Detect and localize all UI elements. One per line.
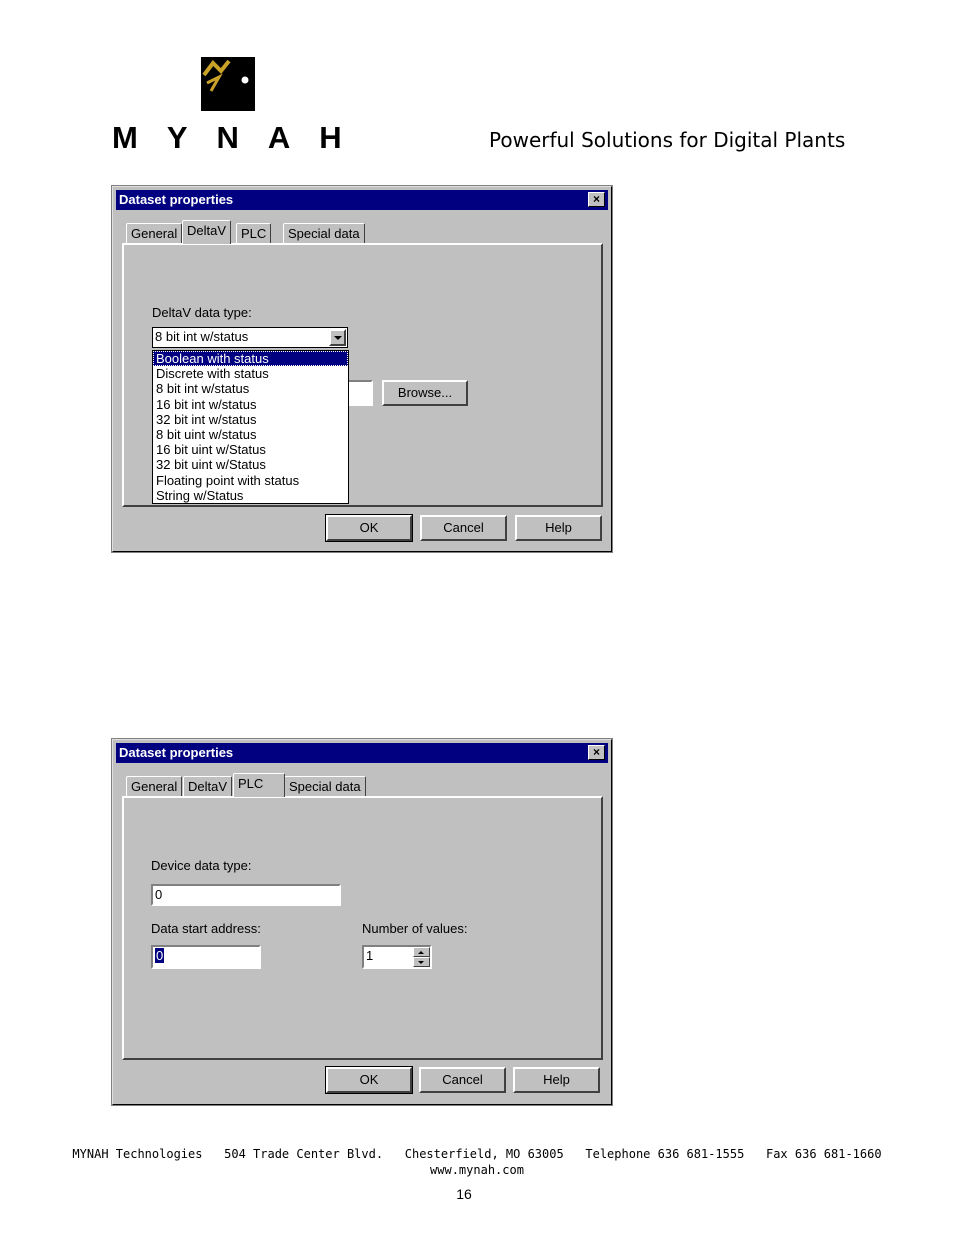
help-button[interactable]: Help — [513, 1067, 600, 1093]
tagline: Powerful Solutions for Digital Plants — [489, 128, 846, 152]
dialog-titlebar[interactable]: Dataset properties × — [116, 743, 608, 763]
dialog-title: Dataset properties — [119, 192, 234, 207]
logo-text: MYNAH — [112, 120, 371, 155]
footer-website: www.mynah.com — [430, 1163, 524, 1177]
deltav-data-type-combo[interactable]: 8 bit int w/status — [152, 327, 348, 348]
device-data-type-input[interactable]: 0 — [151, 884, 341, 906]
close-button[interactable]: × — [588, 745, 605, 760]
ok-button[interactable]: OK — [325, 1066, 413, 1094]
dropdown-option[interactable]: String w/Status — [153, 488, 348, 503]
close-button[interactable]: × — [588, 192, 605, 207]
close-icon: × — [592, 192, 600, 206]
mynah-bird-icon — [202, 59, 249, 92]
tab-plc[interactable]: PLC — [236, 223, 272, 243]
help-button[interactable]: Help — [515, 515, 602, 541]
close-icon: × — [592, 745, 600, 759]
data-start-address-label: Data start address: — [151, 921, 261, 936]
combo-value: 8 bit int w/status — [155, 329, 249, 344]
dropdown-option[interactable]: Floating point with status — [153, 473, 348, 488]
tab-plc[interactable]: PLC — [233, 773, 285, 797]
device-data-type-label: Device data type: — [151, 858, 252, 873]
dropdown-option[interactable]: Discrete with status — [153, 366, 348, 381]
footer-address: MYNAH Technologies 504 Trade Center Blvd… — [72, 1147, 882, 1161]
data-type-dropdown-list[interactable]: Boolean with status Discrete with status… — [152, 350, 349, 504]
ok-button[interactable]: OK — [325, 514, 413, 542]
chevron-up-icon[interactable] — [413, 947, 430, 957]
number-of-values-stepper[interactable]: 1 — [362, 945, 432, 969]
tab-special-data[interactable]: Special data — [284, 776, 366, 796]
data-start-address-input[interactable]: 0 — [151, 945, 261, 969]
spinner[interactable] — [413, 947, 430, 967]
cancel-button[interactable]: Cancel — [420, 515, 507, 541]
tab-general[interactable]: General — [126, 223, 183, 243]
dataset-properties-dialog-plc: Dataset properties × General DeltaV PLC … — [111, 738, 613, 1106]
chevron-down-icon[interactable] — [329, 329, 346, 346]
browse-button[interactable]: Browse... — [382, 380, 468, 406]
chevron-down-icon[interactable] — [413, 957, 430, 967]
dropdown-option[interactable]: 8 bit int w/status — [153, 381, 348, 396]
dropdown-option[interactable]: 16 bit uint w/Status — [153, 442, 348, 457]
tab-deltav[interactable]: DeltaV — [183, 776, 233, 796]
dropdown-option[interactable]: Boolean with status — [153, 351, 348, 367]
deltav-data-type-label: DeltaV data type: — [152, 305, 252, 320]
tab-special-data[interactable]: Special data — [283, 223, 365, 243]
number-of-values-label: Number of values: — [362, 921, 468, 936]
page-number: 16 — [456, 1186, 472, 1202]
cancel-button[interactable]: Cancel — [419, 1067, 506, 1093]
path-field[interactable] — [347, 380, 373, 406]
tab-general[interactable]: General — [126, 776, 183, 796]
selected-value: 0 — [155, 948, 165, 963]
stepper-value: 1 — [366, 948, 374, 963]
logo-mark — [201, 57, 255, 111]
dialog-titlebar[interactable]: Dataset properties × — [116, 190, 608, 210]
dropdown-option[interactable]: 32 bit int w/status — [153, 412, 348, 427]
dataset-properties-dialog-deltav: Dataset properties × General DeltaV PLC … — [111, 185, 613, 553]
tab-deltav[interactable]: DeltaV — [182, 220, 232, 244]
dropdown-option[interactable]: 8 bit uint w/status — [153, 427, 348, 442]
dialog-title: Dataset properties — [119, 745, 234, 760]
dropdown-option[interactable]: 16 bit int w/status — [153, 397, 348, 412]
dropdown-option[interactable]: 32 bit uint w/Status — [153, 457, 348, 472]
